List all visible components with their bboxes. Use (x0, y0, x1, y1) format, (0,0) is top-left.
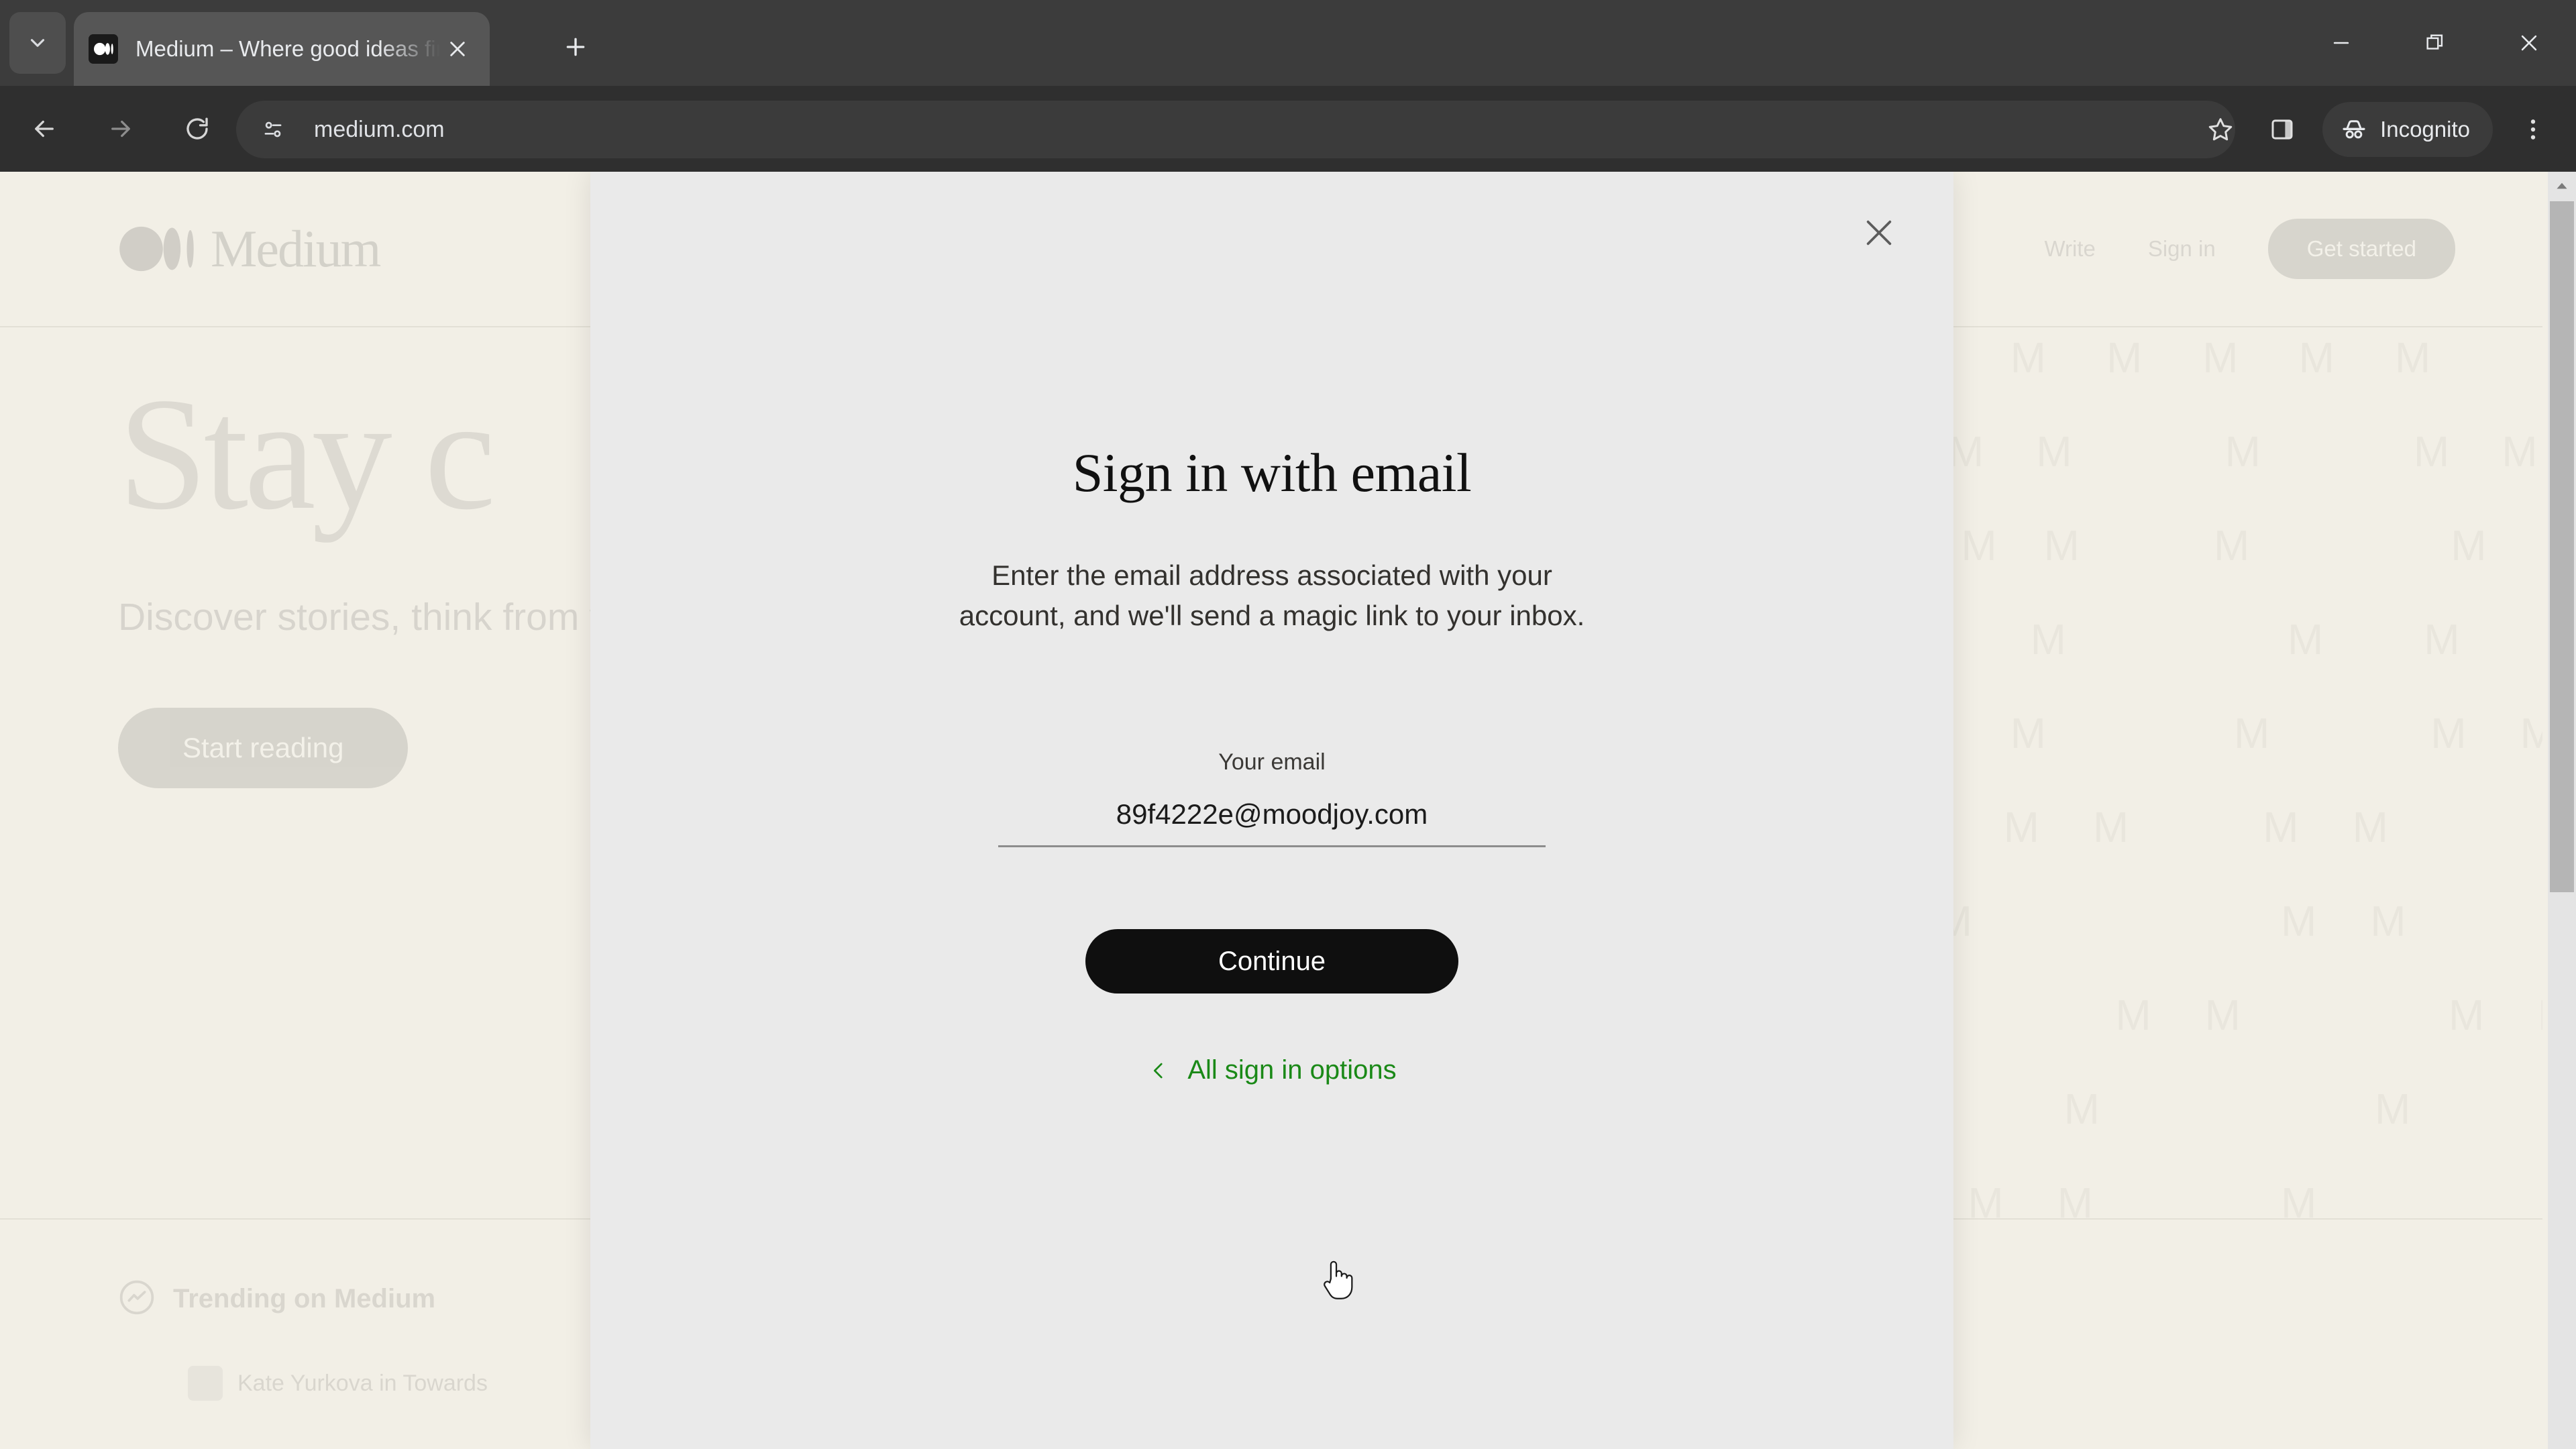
side-panel-icon[interactable] (2251, 99, 2313, 160)
chevron-down-icon (30, 39, 45, 47)
continue-button[interactable]: Continue (1085, 929, 1458, 994)
modal-title: Sign in with email (1072, 442, 1472, 503)
close-window-button[interactable] (2482, 0, 2576, 86)
scroll-up-arrow[interactable] (2548, 172, 2576, 200)
reload-icon (186, 117, 208, 140)
address-bar[interactable]: medium.com (236, 101, 2235, 158)
scrollbar-thumb[interactable] (2550, 201, 2574, 892)
forward-button[interactable] (89, 97, 153, 161)
modal-description: Enter the email address associated with … (959, 559, 1585, 631)
plus-icon (566, 38, 585, 56)
browser-tab[interactable]: Medium – Where good ideas find you. (74, 12, 490, 86)
toolbar-actions: Incognito (2190, 101, 2564, 158)
restore-button[interactable] (2388, 0, 2482, 86)
browser-toolbar: medium.com Incognito (0, 86, 2576, 172)
browser-window: Medium – Where good ideas find you. (0, 0, 2576, 1449)
modal-backdrop[interactable]: Sign in with email Enter the email addre… (0, 172, 2576, 1449)
window-controls (2294, 0, 2576, 86)
tab-search-button[interactable] (9, 12, 66, 74)
site-settings-icon[interactable] (251, 107, 295, 152)
minimize-button[interactable] (2294, 0, 2388, 86)
page-viewport: M M M M M M M M M M M M M M M M M M M M … (0, 172, 2576, 1449)
incognito-label: Incognito (2380, 117, 2470, 142)
back-button[interactable] (12, 97, 76, 161)
email-field-label: Your email (1218, 749, 1326, 775)
new-tab-button[interactable] (550, 21, 601, 72)
all-sign-in-options-label: All sign in options (1187, 1055, 1397, 1085)
email-field-wrapper: 89f4222e@moodjoy.com (998, 798, 1546, 848)
bookmark-star-icon[interactable] (2190, 99, 2251, 160)
tab-strip: Medium – Where good ideas find you. (0, 0, 2576, 86)
url-text: medium.com (314, 116, 445, 142)
sign-in-modal: Sign in with email Enter the email addre… (590, 172, 1953, 1449)
incognito-indicator[interactable]: Incognito (2322, 102, 2493, 157)
incognito-icon (2343, 120, 2365, 139)
arrow-left-icon (35, 120, 54, 138)
modal-content: Sign in with email Enter the email addre… (590, 172, 1953, 1085)
chevron-up-icon (2557, 182, 2567, 189)
medium-favicon-icon (89, 34, 118, 64)
vertical-scrollbar[interactable] (2548, 172, 2576, 1449)
email-input[interactable]: 89f4222e@moodjoy.com (998, 798, 1546, 848)
three-dot-menu-icon[interactable] (2502, 99, 2564, 160)
arrow-right-icon (111, 120, 130, 138)
restore-icon (2426, 34, 2443, 50)
chevron-left-icon (1147, 1059, 1170, 1082)
close-icon (2521, 35, 2537, 51)
tab-close-icon[interactable] (440, 32, 475, 66)
reload-button[interactable] (165, 97, 229, 161)
minimize-icon (2333, 42, 2349, 44)
tab-title: Medium – Where good ideas find you. (136, 36, 440, 61)
all-sign-in-options-link[interactable]: All sign in options (1147, 1055, 1397, 1085)
